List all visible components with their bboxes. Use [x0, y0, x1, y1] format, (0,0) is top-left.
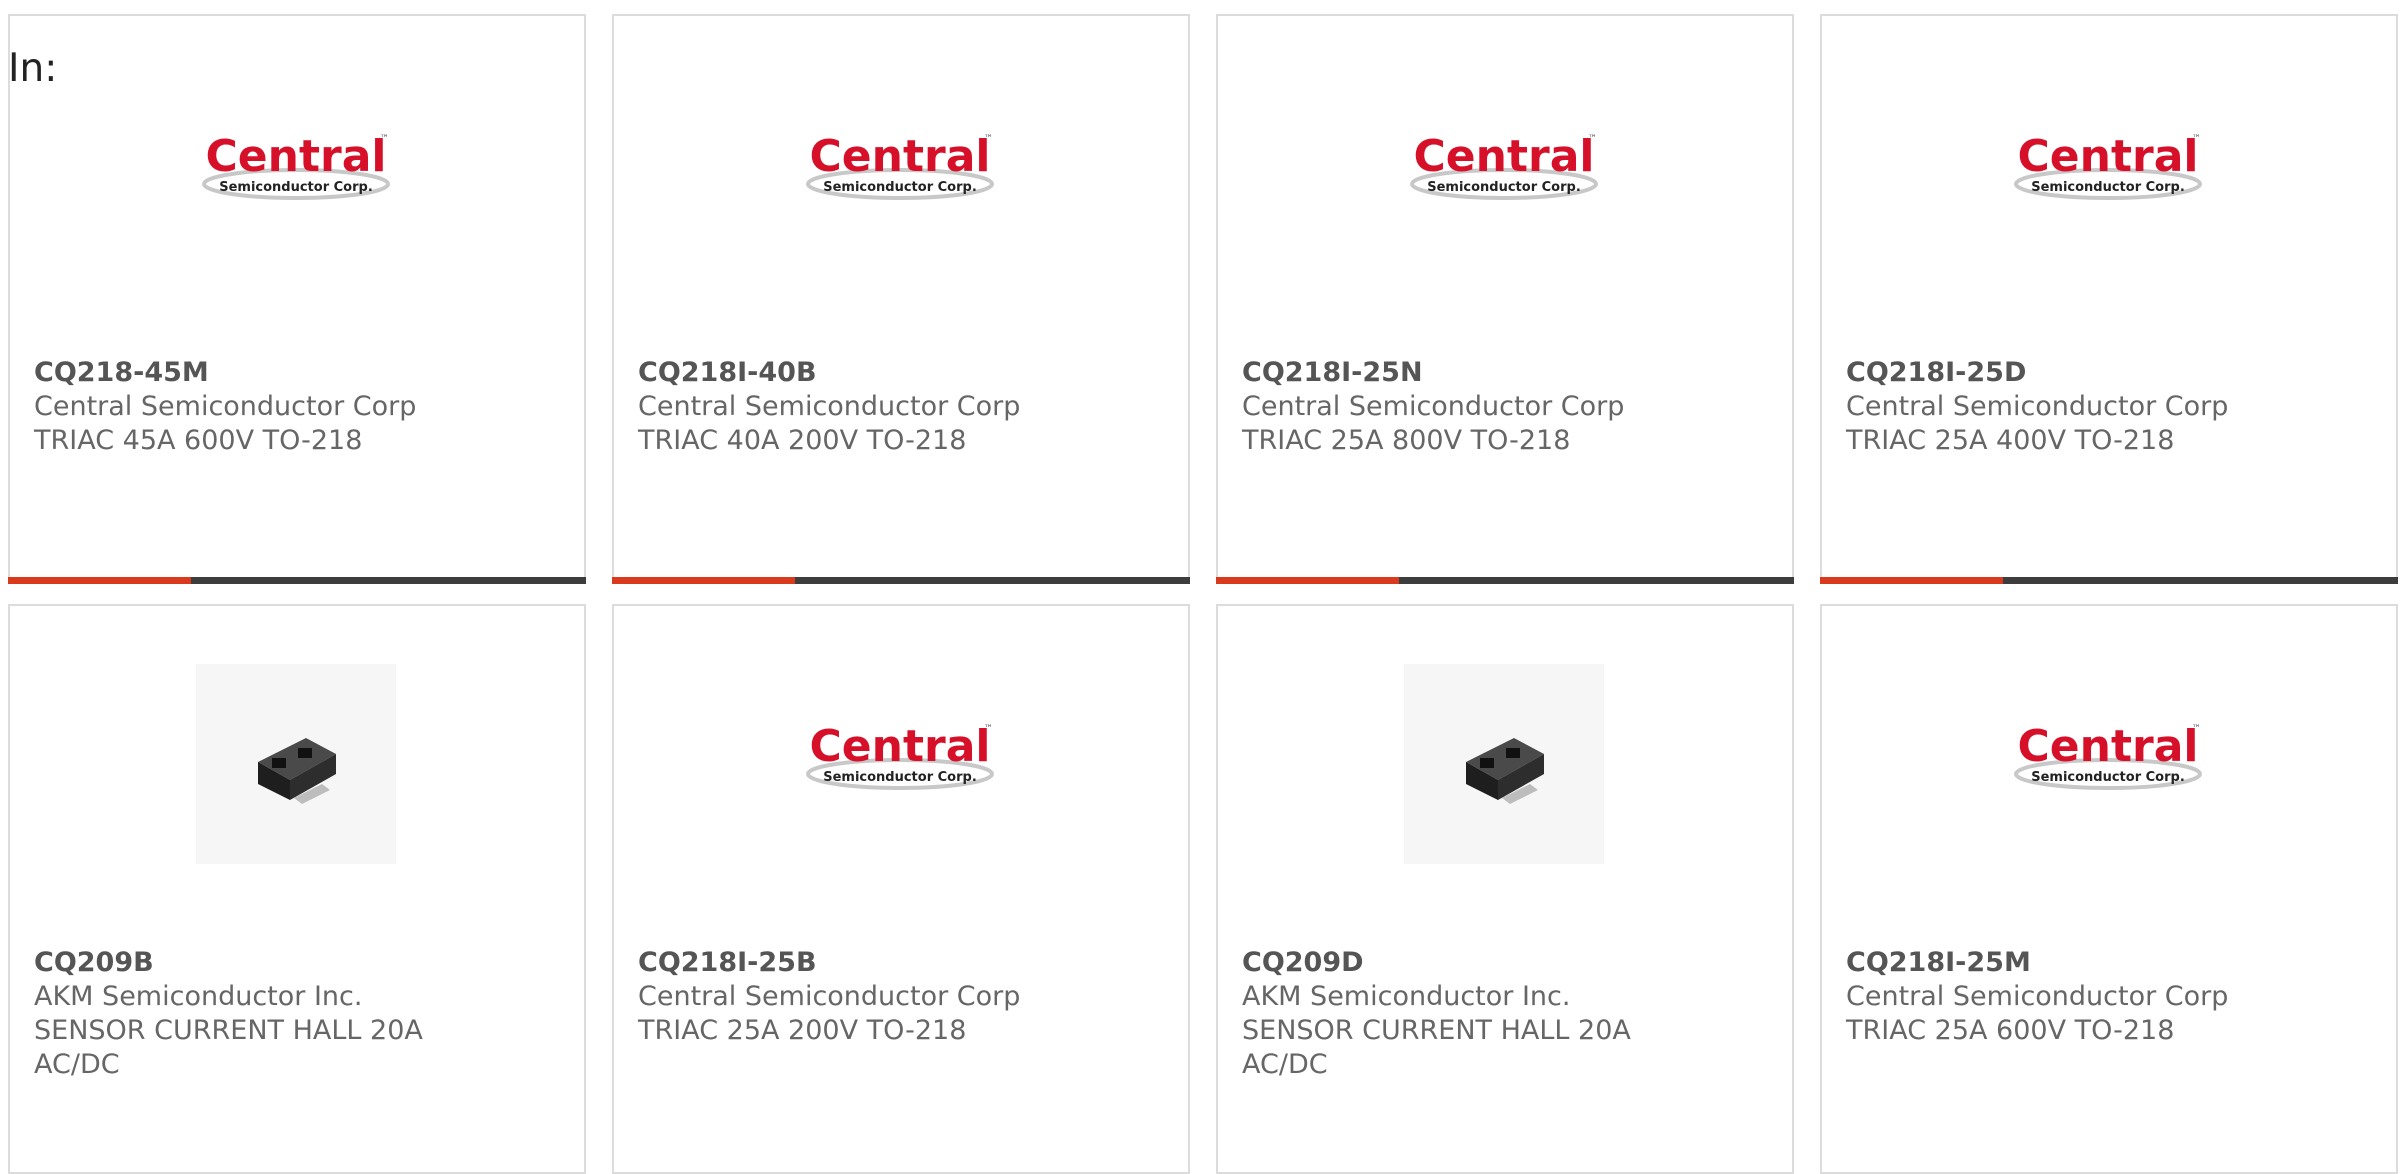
product-description: SENSOR CURRENT HALL 20A AC/DC — [1242, 1015, 1631, 1080]
svg-text:™: ™ — [2192, 724, 2201, 734]
product-card[interactable]: Central ™ Semiconductor Corp. CQ218-45M … — [8, 14, 586, 584]
product-info: CQ218I-25D Central Semiconductor Corp TR… — [1846, 356, 2266, 458]
svg-text:Central: Central — [810, 721, 991, 772]
card-bottom-bar — [8, 577, 586, 584]
part-number-link[interactable]: CQ218-45M — [34, 356, 454, 390]
manufacturer-name: Central Semiconductor Corp — [1242, 391, 1625, 422]
svg-text:Central: Central — [2018, 721, 2199, 772]
product-info: CQ209D AKM Semiconductor Inc. SENSOR CUR… — [1242, 946, 1662, 1082]
part-number-link[interactable]: CQ209B — [34, 946, 454, 980]
product-card[interactable]: Central ™ Semiconductor Corp. CQ218I-25D… — [1820, 14, 2398, 584]
svg-text:™: ™ — [1588, 134, 1597, 144]
product-image-central-logo[interactable]: Central ™ Semiconductor Corp. — [2008, 664, 2208, 864]
manufacturer-name: AKM Semiconductor Inc. — [1242, 981, 1571, 1012]
product-card[interactable]: CQ209D AKM Semiconductor Inc. SENSOR CUR… — [1216, 604, 1794, 1174]
card-bottom-bar — [1216, 577, 1794, 584]
svg-text:™: ™ — [380, 134, 389, 144]
central-semiconductor-logo: Central ™ Semiconductor Corp. — [806, 721, 994, 790]
svg-text:™: ™ — [984, 724, 993, 734]
svg-text:™: ™ — [984, 134, 993, 144]
product-description: TRIAC 25A 800V TO-218 — [1242, 425, 1571, 456]
in-filter-label: In: — [8, 46, 58, 91]
product-card[interactable]: Central ™ Semiconductor Corp. CQ218I-25B… — [612, 604, 1190, 1174]
product-info: CQ218I-25B Central Semiconductor Corp TR… — [638, 946, 1058, 1048]
card-accent-bar — [1216, 577, 1399, 584]
card-accent-bar — [1820, 577, 2003, 584]
product-card[interactable]: Central ™ Semiconductor Corp. CQ218I-25N… — [1216, 14, 1794, 584]
svg-text:Central: Central — [810, 131, 991, 182]
manufacturer-name: Central Semiconductor Corp — [1846, 981, 2229, 1012]
product-info: CQ218I-25M Central Semiconductor Corp TR… — [1846, 946, 2266, 1048]
central-semiconductor-logo: Central ™ Semiconductor Corp. — [1410, 131, 1598, 200]
product-info: CQ218I-40B Central Semiconductor Corp TR… — [638, 356, 1058, 458]
product-description: TRIAC 40A 200V TO-218 — [638, 425, 967, 456]
sensor-chip-icon — [1466, 738, 1544, 804]
svg-text:Central: Central — [206, 131, 387, 182]
product-description: TRIAC 25A 200V TO-218 — [638, 1015, 967, 1046]
card-bottom-bar — [1820, 577, 2398, 584]
manufacturer-name: Central Semiconductor Corp — [1846, 391, 2229, 422]
product-grid: Central ™ Semiconductor Corp. CQ218-45M … — [8, 14, 2398, 1174]
product-image-central-logo[interactable]: Central ™ Semiconductor Corp. — [2008, 74, 2208, 274]
part-number-link[interactable]: CQ218I-25D — [1846, 356, 2266, 390]
product-info: CQ218-45M Central Semiconductor Corp TRI… — [34, 356, 454, 458]
product-image-central-logo[interactable]: Central ™ Semiconductor Corp. — [196, 74, 396, 274]
manufacturer-name: Central Semiconductor Corp — [34, 391, 417, 422]
product-image-central-logo[interactable]: Central ™ Semiconductor Corp. — [800, 74, 1000, 274]
product-image-central-logo[interactable]: Central ™ Semiconductor Corp. — [1404, 74, 1604, 274]
svg-text:Central: Central — [1414, 131, 1595, 182]
part-number-link[interactable]: CQ209D — [1242, 946, 1662, 980]
central-semiconductor-logo: Central ™ Semiconductor Corp. — [2014, 721, 2202, 790]
central-semiconductor-logo: Central ™ Semiconductor Corp. — [202, 131, 390, 200]
product-image-sensor-chip[interactable] — [196, 664, 396, 864]
product-image-sensor-chip[interactable] — [1404, 664, 1604, 864]
product-description: SENSOR CURRENT HALL 20A AC/DC — [34, 1015, 423, 1080]
product-image-central-logo[interactable]: Central ™ Semiconductor Corp. — [800, 664, 1000, 864]
card-bottom-bar — [612, 577, 1190, 584]
sensor-chip-icon — [258, 738, 336, 804]
manufacturer-name: AKM Semiconductor Inc. — [34, 981, 363, 1012]
part-number-link[interactable]: CQ218I-25B — [638, 946, 1058, 980]
svg-text:Semiconductor Corp.: Semiconductor Corp. — [219, 180, 373, 195]
product-card[interactable]: Central ™ Semiconductor Corp. CQ218I-25M… — [1820, 604, 2398, 1174]
product-info: CQ209B AKM Semiconductor Inc. SENSOR CUR… — [34, 946, 454, 1082]
product-info: CQ218I-25N Central Semiconductor Corp TR… — [1242, 356, 1662, 458]
card-accent-bar — [612, 577, 795, 584]
product-card[interactable]: Central ™ Semiconductor Corp. CQ218I-40B… — [612, 14, 1190, 584]
svg-text:Semiconductor Corp.: Semiconductor Corp. — [2031, 770, 2185, 785]
central-semiconductor-logo: Central ™ Semiconductor Corp. — [806, 131, 994, 200]
card-accent-bar — [8, 577, 191, 584]
svg-text:Semiconductor Corp.: Semiconductor Corp. — [823, 770, 977, 785]
product-card[interactable]: CQ209B AKM Semiconductor Inc. SENSOR CUR… — [8, 604, 586, 1174]
part-number-link[interactable]: CQ218I-40B — [638, 356, 1058, 390]
part-number-link[interactable]: CQ218I-25M — [1846, 946, 2266, 980]
manufacturer-name: Central Semiconductor Corp — [638, 391, 1021, 422]
part-number-link[interactable]: CQ218I-25N — [1242, 356, 1662, 390]
svg-text:Central: Central — [2018, 131, 2199, 182]
central-semiconductor-logo: Central ™ Semiconductor Corp. — [2014, 131, 2202, 200]
product-description: TRIAC 45A 600V TO-218 — [34, 425, 363, 456]
svg-text:Semiconductor Corp.: Semiconductor Corp. — [2031, 180, 2185, 195]
svg-text:™: ™ — [2192, 134, 2201, 144]
manufacturer-name: Central Semiconductor Corp — [638, 981, 1021, 1012]
svg-text:Semiconductor Corp.: Semiconductor Corp. — [823, 180, 977, 195]
svg-text:Semiconductor Corp.: Semiconductor Corp. — [1427, 180, 1581, 195]
product-description: TRIAC 25A 400V TO-218 — [1846, 425, 2175, 456]
product-description: TRIAC 25A 600V TO-218 — [1846, 1015, 2175, 1046]
